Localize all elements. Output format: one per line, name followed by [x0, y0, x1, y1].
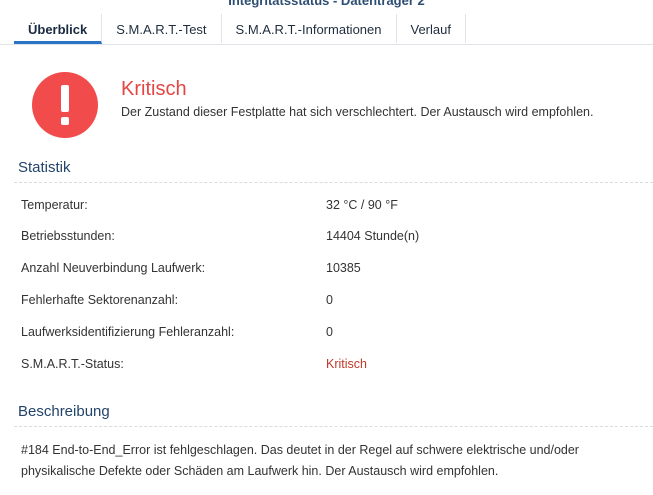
stat-label: Fehlerhafte Sektorenanzahl: [21, 293, 179, 307]
status-description: Der Zustand dieser Festplatte hat sich v… [121, 105, 594, 119]
stat-label: Temperatur: [21, 198, 88, 212]
stat-row-betriebsstunden: Betriebsstunden: 14404 Stunde(n) [21, 229, 641, 249]
stat-label: S.M.A.R.T.-Status: [21, 357, 124, 371]
tab-smart-test[interactable]: S.M.A.R.T.-Test [102, 14, 222, 43]
tab-divider [0, 44, 653, 45]
stat-value: 0 [326, 293, 333, 307]
section-divider [14, 426, 653, 427]
stat-value: 14404 Stunde(n) [326, 229, 420, 243]
stat-row-temperatur: Temperatur: 32 °C / 90 °F [21, 198, 641, 218]
stat-value: 32 °C / 90 °F [326, 198, 398, 212]
stat-label: Anzahl Neuverbindung Laufwerk: [21, 261, 206, 275]
stat-row-sektoren: Fehlerhafte Sektorenanzahl: 0 [21, 293, 641, 313]
stat-value: 0 [326, 325, 333, 339]
stat-label: Betriebsstunden: [21, 229, 115, 243]
tab-verlauf[interactable]: Verlauf [397, 14, 466, 43]
section-divider [14, 182, 653, 183]
window-title: Integritätsstatus - Datenträger 2 [228, 0, 425, 8]
smart-status-value: Kritisch [326, 357, 367, 371]
stat-row-smart-status: S.M.A.R.T.-Status: Kritisch [21, 357, 641, 377]
stat-row-identifizierung: Laufwerksidentifizierung Fehleranzahl: 0 [21, 325, 641, 345]
exclamation-bar [61, 85, 69, 112]
tab-ueberblick[interactable]: Überblick [14, 14, 103, 44]
tab-smart-informationen[interactable]: S.M.A.R.T.-Informationen [222, 14, 397, 43]
tab-bar: Überblick S.M.A.R.T.-Test S.M.A.R.T.-Inf… [14, 14, 466, 44]
exclamation-dot [61, 117, 69, 125]
stat-value: 10385 [326, 261, 361, 275]
description-text: #184 End-to-End_Error ist fehlgeschlagen… [21, 443, 579, 478]
stat-row-neuverbindung: Anzahl Neuverbindung Laufwerk: 10385 [21, 261, 641, 281]
exclamation-icon [32, 72, 98, 138]
status-title: Kritisch [121, 78, 187, 100]
stat-label: Laufwerksidentifizierung Fehleranzahl: [21, 325, 235, 339]
section-title-statistik: Statistik [18, 159, 71, 176]
window-titlebar: Integritätsstatus - Datenträger 2 [0, 0, 653, 14]
section-title-beschreibung: Beschreibung [18, 403, 110, 420]
